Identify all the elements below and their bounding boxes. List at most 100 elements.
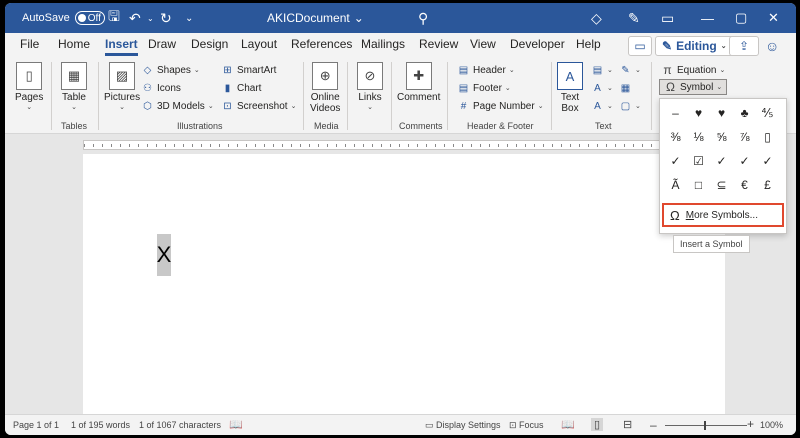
symbol-cell[interactable]: ▯ — [756, 125, 779, 149]
symbol-cell[interactable]: ✓ — [664, 149, 687, 173]
tab-review[interactable]: Review — [419, 37, 458, 51]
symbol-cell[interactable]: ⅛ — [687, 125, 710, 149]
screenshot-icon: ⊡ — [223, 100, 232, 112]
footer-button[interactable]: ▤ Footer ⌄ — [457, 82, 511, 94]
symbol-cell[interactable]: ♥ — [687, 101, 710, 125]
web-layout-icon[interactable]: ⊟ — [623, 418, 632, 431]
more-symbols-button[interactable]: Ω More Symbols... — [662, 203, 784, 227]
undo-icon[interactable]: ↶ — [129, 3, 141, 33]
header-button[interactable]: ▤ Header ⌄ — [457, 64, 515, 76]
autosave-toggle[interactable]: Off — [74, 11, 105, 25]
symbol-cell[interactable]: ✓ — [710, 149, 733, 173]
ribbon-display-options-icon[interactable]: ▭ — [661, 3, 674, 33]
smartart-button[interactable]: ⊞ SmartArt — [221, 64, 276, 76]
undo-dropdown-chevron-icon[interactable]: ⌄ — [147, 3, 154, 33]
horizontal-ruler[interactable] — [83, 140, 723, 150]
quick-parts-button[interactable]: ▤ ⌄ — [591, 64, 613, 76]
tab-design[interactable]: Design — [191, 37, 228, 51]
customize-toolbar-chevron-icon[interactable]: ⌄ — [185, 3, 193, 33]
tab-view[interactable]: View — [470, 37, 496, 51]
symbol-button[interactable]: Ω Symbol ⌄ — [659, 79, 728, 95]
pages-button[interactable]: ▯ Pages ⌄ — [15, 62, 43, 111]
close-icon[interactable]: ✕ — [768, 3, 779, 33]
symbol-cell[interactable]: ✓ — [756, 149, 779, 173]
screenshot-button[interactable]: ⊡ Screenshot ⌄ — [221, 100, 296, 112]
symbol-cell[interactable]: ♥ — [710, 101, 733, 125]
search-icon[interactable]: ⚲ — [418, 3, 428, 33]
zoom-slider-thumb[interactable] — [704, 421, 706, 430]
document-title-chevron-icon: ⌄ — [353, 11, 364, 25]
page-number-button[interactable]: # Page Number ⌄ — [457, 100, 544, 112]
zoom-in-icon[interactable]: + — [747, 417, 754, 431]
tab-developer[interactable]: Developer — [510, 37, 565, 51]
selected-text[interactable]: X — [157, 234, 171, 276]
zoom-slider[interactable] — [665, 425, 747, 426]
tab-mailings[interactable]: Mailings — [361, 37, 405, 51]
group-label-illustrations: Illustrations — [177, 121, 223, 131]
tab-draw[interactable]: Draw — [148, 37, 176, 51]
table-button[interactable]: ▦ Table ⌄ — [61, 62, 87, 111]
footer-icon: ▤ — [458, 82, 469, 94]
tab-insert[interactable]: Insert — [105, 37, 138, 56]
tab-references[interactable]: References — [291, 37, 352, 51]
redo-icon[interactable]: ↻ — [160, 3, 172, 33]
symbol-cell[interactable]: ✓ — [733, 149, 756, 173]
read-mode-icon[interactable]: 📖 — [561, 418, 575, 431]
comments-button[interactable]: ▭ — [628, 35, 652, 56]
equation-button[interactable]: π Equation ⌄ — [661, 63, 725, 77]
character-count[interactable]: 1 of 1067 characters — [139, 420, 221, 430]
new-comment-button[interactable]: ✚ Comment — [397, 62, 440, 103]
symbol-cell[interactable]: ⅝ — [710, 125, 733, 149]
symbol-cell[interactable]: □ — [687, 173, 710, 197]
quick-parts-icon: ▤ — [592, 64, 603, 76]
save-icon[interactable]: 🖫 — [108, 3, 120, 33]
focus-button[interactable]: ⊡ Focus — [509, 420, 544, 431]
zoom-out-icon[interactable]: – — [650, 418, 657, 432]
symbol-grid: – ♥ ♥ ♣ ⅘ ⅜ ⅛ ⅝ ⅞ ▯ ✓ ☑ ✓ ✓ ✓ Ã □ ⊆ € £ — [664, 101, 779, 197]
document-page[interactable]: X — [83, 154, 725, 416]
zoom-level[interactable]: 100% — [760, 420, 783, 430]
diamond-icon[interactable]: ◇ — [591, 3, 602, 33]
symbol-cell[interactable]: ⅘ — [756, 101, 779, 125]
proofing-icon[interactable]: 📖 — [229, 418, 243, 431]
icons-button[interactable]: ⚇ Icons — [141, 82, 181, 94]
document-title-button[interactable]: AKICDocument ⌄ — [267, 3, 364, 33]
pictures-button[interactable]: ▨ Pictures ⌄ — [104, 62, 140, 111]
page-count[interactable]: Page 1 of 1 — [13, 420, 59, 430]
pen-icon[interactable]: ✎ — [628, 3, 640, 33]
tab-layout[interactable]: Layout — [241, 37, 277, 51]
symbol-cell[interactable]: £ — [756, 173, 779, 197]
wordart-button[interactable]: A ⌄ — [591, 82, 613, 94]
editing-mode-button[interactable]: ✎ Editing ⌄ — [655, 35, 734, 56]
chart-button[interactable]: ▮ Chart — [221, 82, 262, 94]
minimize-icon[interactable]: — — [701, 3, 714, 33]
display-settings-button[interactable]: ▭ Display Settings — [425, 420, 501, 431]
tab-home[interactable]: Home — [58, 37, 90, 51]
tab-file[interactable]: File — [20, 37, 39, 51]
text-box-label-line-1: Text — [560, 92, 580, 103]
3d-models-button[interactable]: ⬡ 3D Models ⌄ — [141, 100, 214, 112]
autosave-control[interactable]: AutoSave Off — [22, 3, 109, 33]
symbol-cell[interactable]: – — [664, 101, 687, 125]
symbol-cell[interactable]: ♣ — [733, 101, 756, 125]
symbol-cell[interactable]: ☑ — [687, 149, 710, 173]
text-box-button[interactable]: A Text Box — [557, 62, 583, 114]
maximize-icon[interactable]: ▢ — [735, 3, 747, 33]
symbol-cell[interactable]: ⊆ — [710, 173, 733, 197]
date-time-button[interactable]: ▦ — [619, 82, 632, 94]
signature-line-button[interactable]: ✎ ⌄ — [619, 64, 641, 76]
symbol-cell[interactable]: ⅞ — [733, 125, 756, 149]
symbol-cell[interactable]: ⅜ — [664, 125, 687, 149]
tab-help[interactable]: Help — [576, 37, 601, 51]
shapes-button[interactable]: ◇ Shapes ⌄ — [141, 64, 200, 76]
user-icon[interactable]: ☺ — [765, 36, 779, 55]
symbol-cell[interactable]: Ã — [664, 173, 687, 197]
symbol-cell[interactable]: € — [733, 173, 756, 197]
online-videos-button[interactable]: ⊕ Online Videos — [310, 62, 340, 114]
object-button[interactable]: ▢ ⌄ — [619, 100, 641, 112]
share-button[interactable]: ⇪ — [729, 35, 759, 56]
links-button[interactable]: ⊘ Links ⌄ — [357, 62, 383, 111]
print-layout-icon[interactable]: ▯ — [591, 418, 604, 431]
word-count[interactable]: 1 of 195 words — [71, 420, 130, 430]
drop-cap-button[interactable]: A ⌄ — [591, 100, 613, 112]
